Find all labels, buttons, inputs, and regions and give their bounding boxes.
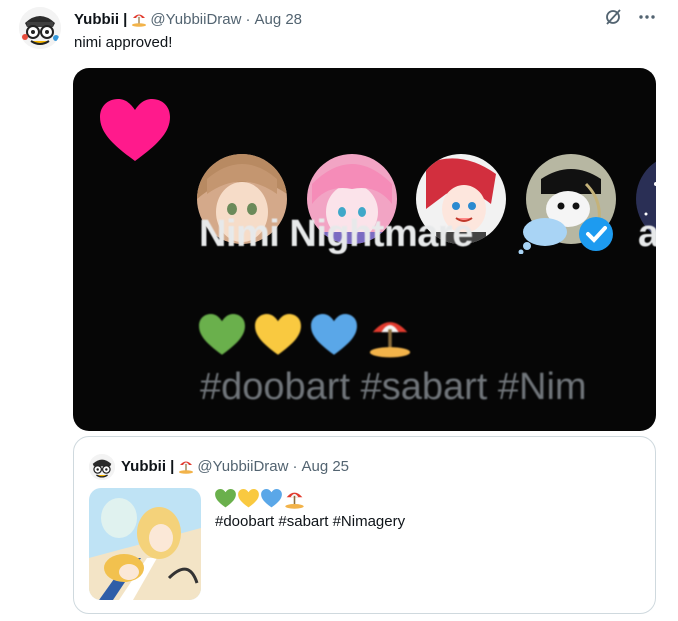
separator-dot: · (292, 457, 298, 475)
grok-icon[interactable] (604, 8, 622, 31)
quoted-author-avatar[interactable] (89, 454, 115, 480)
quoted-tweet[interactable]: Yubbii | @YubbiiDraw · Aug 25 #doobart #… (73, 436, 656, 614)
quoted-author-name[interactable]: Yubbii | (121, 458, 174, 475)
separator-dot: · (245, 10, 251, 28)
thought-bubble-icon (518, 218, 567, 254)
tweet-actions (604, 8, 656, 31)
blue-heart-icon (261, 489, 282, 508)
blue-heart-icon (311, 314, 357, 355)
beach-umbrella-icon (131, 11, 147, 27)
beach-umbrella-icon (285, 492, 304, 509)
quoted-header: Yubbii | @YubbiiDraw · Aug 25 (121, 457, 349, 475)
media-emoji-row (199, 312, 413, 358)
author-name[interactable]: Yubbii | (74, 11, 127, 28)
tweet-text: nimi approved! (74, 34, 173, 51)
yellow-heart-icon (238, 489, 259, 508)
author-avatar[interactable] (19, 7, 61, 49)
media-profile-name: Nimi Nightmare (199, 213, 473, 255)
media-trailing-text: a (638, 213, 656, 255)
quoted-author-handle[interactable]: @YubbiiDraw (197, 458, 288, 475)
media-name-icons (517, 214, 615, 254)
yellow-heart-icon (255, 314, 301, 355)
beach-umbrella-icon (369, 322, 411, 358)
avatar-image (19, 7, 61, 49)
verified-badge-icon (579, 217, 613, 251)
beach-umbrella-icon (178, 458, 194, 474)
media-hashtags: #doobart #sabart #Nim (200, 366, 587, 408)
tweet: Yubbii | @YubbiiDraw · Aug 28 nimi appro… (0, 0, 678, 621)
tweet-date[interactable]: Aug 28 (254, 11, 302, 28)
quoted-text: #doobart #sabart #Nimagery (215, 513, 406, 530)
more-icon[interactable] (638, 8, 656, 31)
quoted-date[interactable]: Aug 25 (301, 458, 349, 475)
author-handle[interactable]: @YubbiiDraw (150, 11, 241, 28)
quoted-emoji-row (215, 488, 305, 509)
tweet-header: Yubbii | @YubbiiDraw · Aug 28 (74, 9, 302, 29)
quoted-media-thumbnail[interactable] (89, 488, 201, 600)
green-heart-icon (215, 489, 236, 508)
pink-heart-icon (100, 99, 170, 161)
tweet-media[interactable]: Nimi Nightmare a #doobart #sabart #Nim (73, 68, 656, 431)
green-heart-icon (199, 314, 245, 355)
